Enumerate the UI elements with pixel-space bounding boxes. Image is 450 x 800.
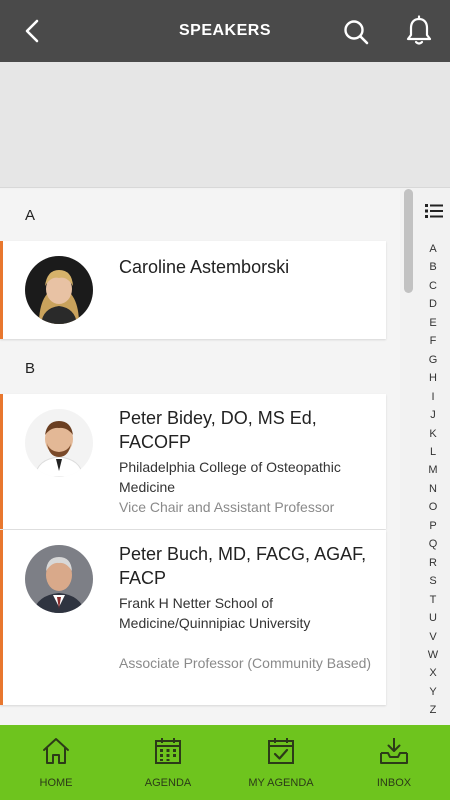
bottom-nav: HOME AGENDA MY AGENDA INBOX (0, 725, 450, 800)
index-letter-u[interactable]: U (416, 609, 450, 627)
index-letter-v[interactable]: V (416, 628, 450, 646)
section-header-a: A (25, 207, 36, 224)
card-accent (0, 530, 3, 705)
index-letter-a[interactable]: A (416, 240, 450, 258)
app-header: SPEAKERS (0, 0, 450, 62)
index-letter-b[interactable]: B (416, 258, 450, 276)
card-accent (0, 394, 3, 529)
avatar (25, 256, 93, 324)
nav-my-agenda-label: MY AGENDA (248, 777, 314, 789)
index-letter-h[interactable]: H (416, 369, 450, 387)
section-header-b: B (25, 360, 36, 377)
index-letter-q[interactable]: Q (416, 535, 450, 553)
speaker-role: Associate Professor (Community Based) (119, 655, 372, 671)
nav-inbox[interactable]: INBOX (338, 725, 450, 800)
nav-agenda-label: AGENDA (144, 777, 192, 789)
speaker-organization: Frank H Netter School of Medicine/Quinni… (119, 595, 311, 631)
speaker-name: Caroline Astemborski (119, 257, 290, 277)
nav-agenda[interactable]: AGENDA (112, 725, 224, 800)
speaker-organization: Philadelphia College of Osteopathic Medi… (119, 459, 341, 495)
index-letter-k[interactable]: K (416, 425, 450, 443)
index-letter-s[interactable]: S (416, 572, 450, 590)
index-letter-p[interactable]: P (416, 517, 450, 535)
speaker-name: Peter Bidey, DO, MS Ed, FACOFP (119, 408, 317, 452)
speaker-card[interactable]: Caroline Astemborski (0, 241, 386, 339)
index-letter-r[interactable]: R (416, 554, 450, 572)
index-letter-f[interactable]: F (416, 332, 450, 350)
search-icon[interactable] (340, 16, 372, 48)
index-letter-x[interactable]: X (416, 664, 450, 682)
index-letter-e[interactable]: E (416, 314, 450, 332)
index-letter-t[interactable]: T (416, 591, 450, 609)
index-letter-g[interactable]: G (416, 351, 450, 369)
avatar (25, 545, 93, 613)
index-letter-m[interactable]: M (416, 461, 450, 479)
calendar-icon (155, 738, 181, 764)
speaker-card[interactable]: Peter Buch, MD, FACG, AGAF, FACP Frank H… (0, 530, 386, 705)
scrollbar[interactable] (404, 189, 413, 293)
index-letter-i[interactable]: I (416, 388, 450, 406)
index-letter-z[interactable]: Z (416, 701, 450, 719)
list-icon[interactable] (425, 203, 443, 219)
card-accent (0, 241, 3, 339)
calendar-check-icon (268, 738, 294, 764)
nav-inbox-label: INBOX (376, 777, 412, 789)
avatar (25, 409, 93, 477)
bell-icon[interactable] (403, 14, 435, 48)
index-letter-l[interactable]: L (416, 443, 450, 461)
index-letter-n[interactable]: N (416, 480, 450, 498)
home-icon (43, 738, 69, 764)
index-letter-o[interactable]: O (416, 498, 450, 516)
speaker-card[interactable]: Peter Bidey, DO, MS Ed, FACOFP Philadelp… (0, 394, 386, 529)
index-letters: ABCDEFGHIJKLMNOPQRSTUVWXYZ (416, 240, 450, 720)
speaker-name: Peter Buch, MD, FACG, AGAF, FACP (119, 544, 367, 588)
nav-my-agenda[interactable]: MY AGENDA (225, 725, 337, 800)
index-letter-d[interactable]: D (416, 295, 450, 313)
index-letter-w[interactable]: W (416, 646, 450, 664)
nav-home[interactable]: HOME (0, 725, 112, 800)
nav-home-label: HOME (39, 777, 73, 789)
alphabet-index[interactable]: ABCDEFGHIJKLMNOPQRSTUVWXYZ (416, 195, 450, 725)
speaker-role: Vice Chair and Assistant Professor (119, 499, 335, 515)
page-title: SPEAKERS (178, 22, 272, 39)
banner-area (0, 62, 450, 188)
index-letter-j[interactable]: J (416, 406, 450, 424)
speaker-list[interactable]: A Caroline Astemborski B Peter Bidey, DO… (0, 189, 400, 725)
index-letter-c[interactable]: C (416, 277, 450, 295)
index-letter-y[interactable]: Y (416, 683, 450, 701)
inbox-icon (380, 738, 408, 764)
